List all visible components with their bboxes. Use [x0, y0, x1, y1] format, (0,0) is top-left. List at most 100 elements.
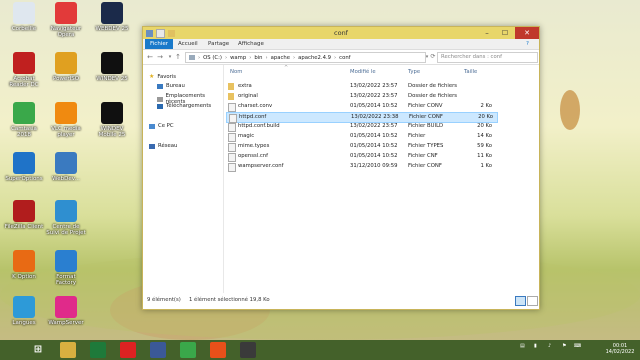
tab-affichage[interactable]: Affichage — [233, 39, 269, 49]
back-icon[interactable]: ← — [146, 53, 154, 61]
app-icon — [101, 102, 123, 124]
maximize-button[interactable]: ☐ — [495, 27, 515, 39]
tray-flag-icon[interactable]: ⚑ — [562, 343, 566, 349]
desktop-icon — [157, 83, 163, 89]
file-date: 01/05/2014 10:52 — [350, 143, 398, 149]
desktop-icon-label: Acrobat Reader DC — [9, 76, 39, 88]
desktop-icon-windev-25[interactable]: WINDEV 25 — [92, 52, 132, 100]
status-selection: 1 élément sélectionné 19,8 Ko — [189, 297, 270, 303]
breadcrumb-wamp[interactable]: wamp — [230, 55, 246, 61]
app-icon — [55, 102, 77, 124]
file-row-charset-conv[interactable]: charset.conv 01/05/2014 10:52 Fichier CONV… — [226, 102, 496, 112]
minimize-button[interactable]: – — [477, 27, 497, 39]
file-date: 31/12/2010 09:59 — [350, 163, 398, 169]
desktop-icon-label: WampServer — [48, 320, 84, 326]
tray-volume-icon[interactable]: ♪ — [548, 343, 551, 349]
desktop-icon-label: Centre de Suivi de Projet — [46, 224, 86, 236]
forward-icon[interactable]: → — [156, 53, 164, 61]
breadcrumb[interactable]: › OS (C:) › wamp › bin › apache › apache2.4.… — [185, 52, 426, 63]
taskbar-sublime-icon[interactable] — [240, 342, 256, 358]
refresh-icon[interactable]: ⟳ — [429, 53, 437, 61]
up-icon[interactable]: ↑ — [174, 53, 182, 61]
file-type: Dossier de fichiers — [408, 93, 458, 99]
desktop-icon-label: Camtasia 2018 — [11, 126, 37, 138]
breadcrumb-apache-version[interactable]: apache2.4.9 — [298, 55, 331, 61]
desktop-icon-format-factory[interactable]: Format Factory — [46, 250, 86, 298]
desktop-icon-camtasia-2018[interactable]: Camtasia 2018 — [4, 102, 44, 150]
desktop-icon-k-option[interactable]: K Option — [4, 250, 44, 298]
file-row-extra[interactable]: extra 13/02/2022 23:57 Dossier de fichiers — [226, 82, 496, 91]
file-list: Nom Modifié le Type Taille ^ extra 13/02/… — [224, 65, 539, 293]
column-header-taille[interactable]: Taille — [464, 69, 477, 75]
desktop-icon-wampserver[interactable]: WampServer — [46, 296, 86, 344]
clock-date: 14/02/2022 — [605, 349, 635, 355]
breadcrumb-conf[interactable]: conf — [339, 55, 350, 61]
desktop-icon-acrobat-reader-dc[interactable]: Acrobat Reader DC — [4, 52, 44, 100]
app-icon — [55, 296, 77, 318]
file-type: Dossier de fichiers — [408, 83, 458, 89]
tab-accueil[interactable]: Accueil — [173, 39, 203, 49]
desktop-icon-windev-mobile-25[interactable]: WINDEV Mobile 25 — [92, 102, 132, 150]
windows-start-icon[interactable]: ⊞ — [30, 342, 46, 358]
taskbar-recorder-icon[interactable] — [210, 342, 226, 358]
nav-reseau[interactable]: Réseau — [149, 143, 177, 149]
desktop-icon-label: K Option — [12, 274, 36, 280]
file-name: magic — [238, 133, 255, 139]
details-view-icon[interactable] — [515, 296, 526, 306]
file-row-magic[interactable]: magic 01/05/2014 10:52 Fichier 14 Ko — [226, 132, 496, 142]
file-name: mime.types — [238, 143, 270, 149]
desktop-icon-webdev-[interactable]: WebDev... — [46, 152, 86, 200]
help-icon[interactable]: ? — [521, 39, 534, 49]
file-row-mime-types[interactable]: mime.types 01/05/2014 10:52 Fichier TYPES 5… — [226, 142, 496, 152]
desktop-icon-corbeille[interactable]: Corbeille — [4, 2, 44, 50]
desktop-icon-filezilla-client[interactable]: FileZilla Client — [4, 200, 44, 248]
file-type: Fichier TYPES — [408, 143, 444, 149]
address-bar: ← → ▾ ↑ › OS (C:) › wamp › bin › apache › ap… — [143, 50, 539, 65]
computer-icon — [149, 123, 155, 129]
recent-locations-icon[interactable]: ▾ — [166, 53, 174, 61]
status-item-count: 9 élément(s) — [147, 297, 181, 303]
taskbar-explorer-icon[interactable] — [60, 342, 76, 358]
desktop-icon-superoptions[interactable]: SuperOptions — [4, 152, 44, 200]
tray-battery-icon[interactable]: ▮ — [534, 343, 537, 349]
file-row-original[interactable]: original 13/02/2022 23:57 Dossier de fichi… — [226, 92, 496, 101]
column-header-nom[interactable]: Nom — [230, 69, 242, 75]
column-header-modifie[interactable]: Modifié le — [350, 69, 376, 75]
desktop-icon-poweriso[interactable]: PowerISO — [46, 52, 86, 100]
file-row-wampserver-conf[interactable]: wampserver.conf 31/12/2010 09:59 Fichier C… — [226, 162, 496, 172]
close-button[interactable]: ✕ — [515, 27, 539, 39]
desktop-icon-navigateur-opera[interactable]: Navigateur Opera — [46, 2, 86, 50]
desktop-icon-langues[interactable]: Langues — [4, 296, 44, 344]
tab-fichier[interactable]: Fichier — [145, 39, 173, 49]
desktop-icon-vlc-media-player[interactable]: VLC media player — [46, 102, 86, 150]
file-icon — [228, 163, 236, 172]
nav-ce-pc[interactable]: Ce PC — [149, 123, 174, 129]
breadcrumb-bin[interactable]: bin — [254, 55, 262, 61]
tray-network-icon[interactable]: ▤ — [520, 343, 525, 349]
file-icon — [228, 133, 236, 142]
column-header-type[interactable]: Type — [408, 69, 420, 75]
large-icons-view-icon[interactable] — [527, 296, 538, 306]
taskbar-camtasia-icon[interactable] — [180, 342, 196, 358]
nav-telechargements[interactable]: Téléchargements — [157, 103, 211, 109]
app-icon — [101, 52, 123, 74]
file-date: 13/02/2022 23:38 — [351, 114, 399, 120]
nav-bureau[interactable]: Bureau — [157, 83, 185, 89]
taskbar-facebook-icon[interactable] — [150, 342, 166, 358]
file-row-openssl-cnf[interactable]: openssl.cnf 01/05/2014 10:52 Fichier CNF 11… — [226, 152, 496, 162]
nav-favoris[interactable]: ★ Favoris — [149, 73, 176, 80]
breadcrumb-drive[interactable]: OS (C:) — [203, 55, 222, 61]
tab-partage[interactable]: Partage — [203, 39, 234, 49]
tray-clock[interactable]: 00:01 14/02/2022 — [602, 343, 638, 355]
desktop-icon-webdev-25[interactable]: WEBDEV 25 — [92, 2, 132, 50]
search-input[interactable]: Rechercher dans : conf — [437, 52, 538, 63]
desktop-icon-centre-de-suivi-de-projet[interactable]: Centre de Suivi de Projet — [46, 200, 86, 248]
taskbar-excel-icon[interactable] — [90, 342, 106, 358]
file-name: wampserver.conf — [238, 163, 284, 169]
file-row-httpd-conf-build[interactable]: httpd.conf.build 13/02/2022 23:57 Fichier … — [226, 122, 496, 132]
desktop-icon-label: SuperOptions — [5, 176, 43, 182]
taskbar-opera-icon[interactable] — [120, 342, 136, 358]
title-bar[interactable]: conf – ☐ ✕ — [143, 27, 539, 39]
breadcrumb-apache[interactable]: apache — [271, 55, 290, 61]
tray-keyboard-icon[interactable]: ⌨ — [574, 343, 581, 349]
